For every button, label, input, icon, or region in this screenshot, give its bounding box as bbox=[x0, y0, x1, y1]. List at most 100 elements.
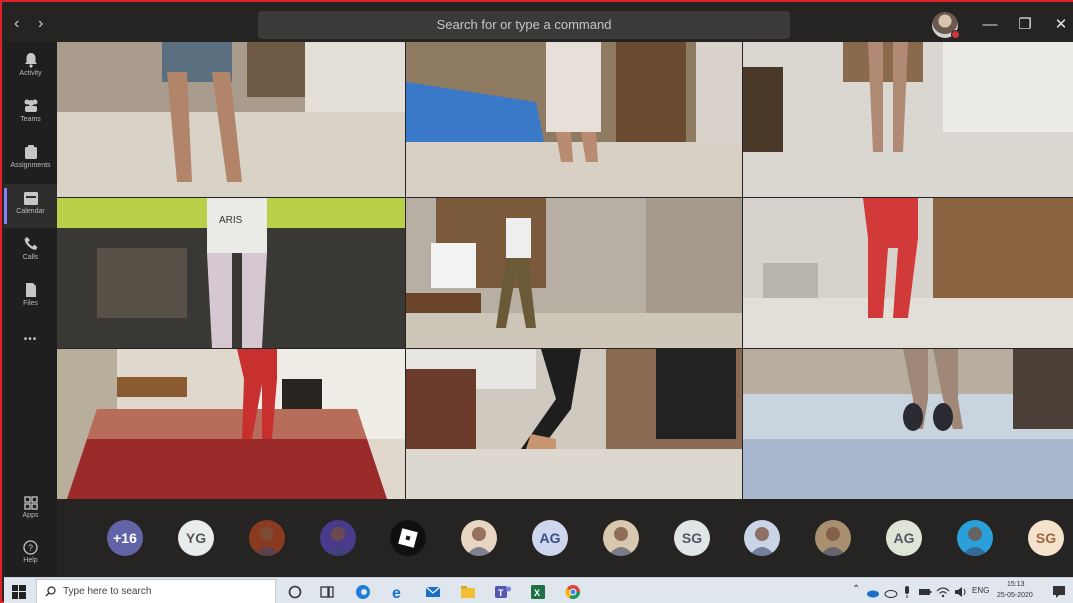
microphone-icon[interactable] bbox=[902, 585, 912, 599]
participant-avatar-photo[interactable] bbox=[320, 520, 356, 556]
participant-strip: +16 YG AG SG AG SG bbox=[57, 499, 1073, 576]
rail-item-calls[interactable]: Calls bbox=[4, 230, 57, 274]
person-photo-icon bbox=[254, 527, 280, 556]
video-tile[interactable] bbox=[743, 198, 1073, 348]
assignments-icon bbox=[24, 145, 37, 159]
profile-avatar[interactable] bbox=[932, 12, 960, 39]
rail-label: Teams bbox=[20, 116, 41, 123]
person-photo-icon bbox=[962, 527, 988, 556]
back-button[interactable]: ‹ bbox=[14, 16, 19, 32]
svg-text:X: X bbox=[534, 588, 540, 598]
rail-item-apps[interactable]: Apps bbox=[4, 490, 57, 534]
bell-icon bbox=[24, 53, 37, 68]
svg-text:ARIS: ARIS bbox=[219, 215, 243, 226]
file-icon bbox=[25, 283, 36, 297]
participant-avatar-photo[interactable] bbox=[461, 520, 497, 556]
participant-avatar-photo[interactable] bbox=[249, 520, 285, 556]
language-indicator[interactable]: ENG bbox=[972, 586, 989, 595]
search-icon bbox=[45, 586, 56, 597]
tray-overflow-chevron-icon[interactable]: ⌃ bbox=[852, 584, 860, 595]
rail-label: Calendar bbox=[16, 208, 45, 215]
participant-avatar-photo[interactable] bbox=[603, 520, 639, 556]
edge-icon[interactable]: e bbox=[390, 583, 408, 601]
video-tile[interactable] bbox=[406, 198, 742, 348]
command-search-input[interactable]: Search for or type a command bbox=[258, 11, 790, 39]
participant-avatar-photo[interactable] bbox=[744, 520, 780, 556]
svg-text:?: ? bbox=[28, 543, 33, 553]
taskbar-search-input[interactable]: Type here to search bbox=[36, 579, 276, 603]
participant-avatar-initials[interactable]: AG bbox=[886, 520, 922, 556]
rail-item-help[interactable]: ? Help bbox=[4, 534, 57, 578]
phone-icon bbox=[24, 237, 37, 250]
action-center-icon[interactable] bbox=[1052, 584, 1066, 598]
participant-avatar-photo[interactable] bbox=[957, 520, 993, 556]
mail-icon[interactable] bbox=[424, 583, 442, 601]
video-tile[interactable] bbox=[406, 349, 742, 499]
calendar-icon bbox=[23, 192, 38, 205]
person-photo-icon bbox=[325, 527, 351, 556]
teams-taskbar-icon[interactable]: T bbox=[494, 583, 512, 601]
roblox-logo-icon bbox=[398, 528, 418, 548]
edge-legacy-icon[interactable] bbox=[354, 583, 372, 601]
app-rail: Activity Teams Assignments Calendar Call… bbox=[4, 42, 57, 576]
maximize-button[interactable]: ❐ bbox=[1015, 15, 1035, 35]
title-bar: ‹ › Search for or type a command — ❐ ✕ bbox=[4, 8, 1073, 42]
teams-window: ‹ › Search for or type a command — ❐ ✕ A… bbox=[0, 0, 1073, 603]
onedrive-icon[interactable] bbox=[866, 585, 880, 599]
participant-initials: SG bbox=[681, 530, 703, 546]
svg-text:T: T bbox=[498, 588, 504, 598]
cortana-icon[interactable] bbox=[286, 583, 304, 601]
participant-initials: AG bbox=[539, 530, 561, 546]
rail-label: Assignments bbox=[10, 162, 51, 169]
windows-taskbar: Type here to search e T X ⌃ ENG 15:13 25… bbox=[4, 577, 1073, 603]
overflow-participants-button[interactable]: +16 bbox=[107, 520, 143, 556]
rail-item-calendar[interactable]: Calendar bbox=[4, 184, 57, 228]
rail-item-activity[interactable]: Activity bbox=[4, 46, 57, 90]
participant-avatar-initials[interactable]: SG bbox=[674, 520, 710, 556]
video-tile[interactable] bbox=[57, 349, 405, 499]
rail-item-assignments[interactable]: Assignments bbox=[4, 138, 57, 182]
person-photo-icon bbox=[820, 527, 846, 556]
video-tile[interactable]: ARIS bbox=[57, 198, 405, 348]
video-tile[interactable] bbox=[57, 42, 405, 197]
windows-start-icon[interactable] bbox=[12, 585, 26, 599]
close-button[interactable]: ✕ bbox=[1051, 15, 1071, 35]
participant-avatar-photo[interactable] bbox=[390, 520, 426, 556]
clock-time[interactable]: 15:13 bbox=[1007, 581, 1025, 588]
forward-button[interactable]: › bbox=[38, 16, 43, 32]
rail-item-files[interactable]: Files bbox=[4, 276, 57, 320]
participant-avatar-initials[interactable]: SG bbox=[1028, 520, 1064, 556]
chrome-icon[interactable] bbox=[564, 583, 582, 601]
participant-avatar-initials[interactable]: AG bbox=[532, 520, 568, 556]
taskbar-search-placeholder: Type here to search bbox=[63, 586, 152, 597]
participant-avatar-initials[interactable]: YG bbox=[178, 520, 214, 556]
rail-label: Calls bbox=[22, 254, 39, 261]
volume-icon[interactable] bbox=[954, 585, 968, 599]
participant-avatar-photo[interactable] bbox=[815, 520, 851, 556]
more-apps-button[interactable]: ••• bbox=[4, 334, 57, 354]
svg-text:e: e bbox=[392, 585, 401, 601]
presence-busy-indicator bbox=[951, 30, 960, 39]
video-tile[interactable] bbox=[743, 42, 1073, 197]
teams-icon bbox=[24, 99, 37, 112]
rail-label: Files bbox=[23, 300, 38, 307]
rail-label: Apps bbox=[22, 512, 39, 519]
clock-date[interactable]: 25-05-2020 bbox=[997, 592, 1033, 599]
cloud-icon[interactable] bbox=[884, 585, 898, 599]
video-tile[interactable] bbox=[406, 42, 742, 197]
person-photo-icon bbox=[608, 527, 634, 556]
video-tile[interactable] bbox=[743, 349, 1073, 499]
battery-icon[interactable] bbox=[918, 586, 932, 598]
minimize-button[interactable]: — bbox=[980, 15, 1000, 35]
help-icon: ? bbox=[23, 540, 38, 555]
rail-label: Activity bbox=[19, 70, 42, 77]
task-view-icon[interactable] bbox=[318, 583, 336, 601]
rail-item-teams[interactable]: Teams bbox=[4, 92, 57, 136]
apps-icon bbox=[23, 496, 38, 510]
excel-icon[interactable]: X bbox=[529, 583, 547, 601]
person-photo-icon bbox=[749, 527, 775, 556]
participant-initials: SG bbox=[1035, 530, 1057, 546]
wifi-icon[interactable] bbox=[936, 585, 950, 599]
person-photo-icon bbox=[466, 527, 492, 556]
file-explorer-icon[interactable] bbox=[459, 583, 477, 601]
